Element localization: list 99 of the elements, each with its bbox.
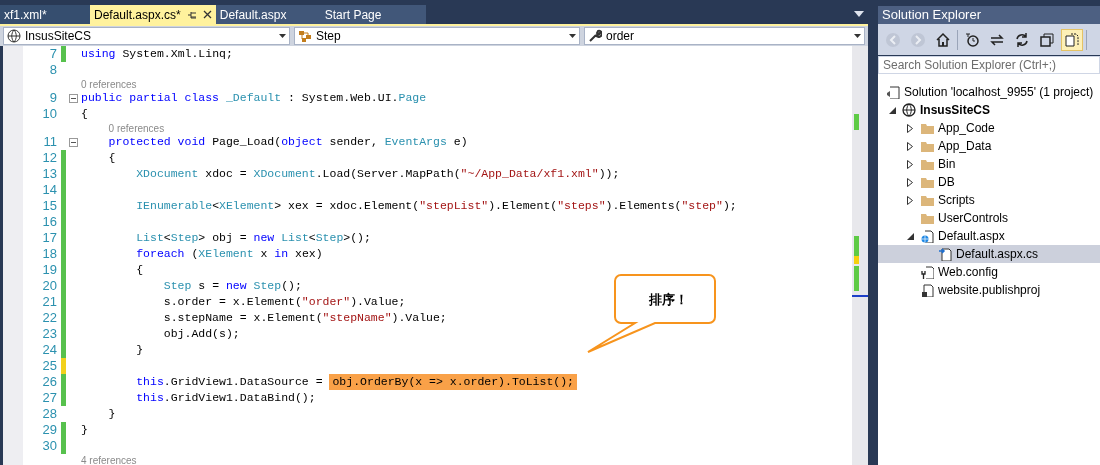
home-icon <box>935 31 951 48</box>
code-line: { <box>107 150 116 166</box>
line-number: 12 <box>41 150 57 166</box>
line-number: 9 <box>48 90 57 106</box>
folder-icon <box>920 193 934 207</box>
dropdown-icon <box>854 11 864 17</box>
document-tab[interactable]: Start Page <box>320 5 426 24</box>
scrollbar[interactable] <box>852 46 868 465</box>
line-number: 24 <box>41 342 57 358</box>
line-number: 21 <box>41 294 57 310</box>
line-number: 29 <box>41 422 57 438</box>
tree-item[interactable]: UserControls <box>878 209 1100 227</box>
file-icon <box>920 283 934 297</box>
line-number: 20 <box>41 278 57 294</box>
folder-icon <box>920 175 934 189</box>
code-file-icon <box>938 247 952 261</box>
dropdown[interactable]: order <box>584 27 865 45</box>
line-number: 13 <box>41 166 57 182</box>
globe-icon <box>7 29 21 43</box>
globe-icon <box>902 103 916 117</box>
tree-item[interactable]: InsusSiteCS <box>878 101 1100 119</box>
line-number: 23 <box>41 326 57 342</box>
code-line: foreach (XElement x in xex) <box>135 246 323 262</box>
config-file-icon <box>920 265 934 279</box>
code-line: } <box>81 422 88 438</box>
tree-item[interactable]: App_Data <box>878 137 1100 155</box>
caret-icon <box>854 34 861 38</box>
tree-item[interactable]: Default.aspx.cs <box>878 245 1100 263</box>
tree-item[interactable]: website.publishproj <box>878 281 1100 299</box>
line-number: 7 <box>48 46 57 62</box>
panel-title: Solution Explorer <box>878 6 1100 24</box>
line-number: 15 <box>41 198 57 214</box>
folder-icon <box>920 139 934 153</box>
dropdown[interactable]: InsusSiteCS <box>3 27 290 45</box>
code-line: { <box>135 262 144 278</box>
web-page-icon <box>920 229 934 243</box>
line-number: 27 <box>41 390 57 406</box>
caret-icon <box>569 34 576 38</box>
pin-icon <box>186 9 197 20</box>
line-number: 25 <box>41 358 57 374</box>
reference-count[interactable]: 0 references <box>81 79 137 90</box>
class-icon <box>298 29 312 43</box>
clock-icon <box>964 31 980 48</box>
code-line: this.GridView1.DataBind(); <box>135 390 316 406</box>
code-line: protected void Page_Load(object sender, EventArgs e) <box>107 134 468 150</box>
solution-icon <box>886 85 900 99</box>
back-icon <box>885 31 901 48</box>
line-number: 30 <box>41 438 57 454</box>
tree-item[interactable]: Scripts <box>878 191 1100 209</box>
reference-count[interactable]: 4 references <box>81 455 137 465</box>
code-line: } <box>107 406 116 422</box>
expanded-icon <box>888 106 896 114</box>
reference-count[interactable]: 0 references <box>108 123 165 134</box>
code-line: XDocument xdoc = XDocument.Load(Server.MapPath("~/App_Data/xf1.xml")); <box>135 166 620 182</box>
line-number: 16 <box>41 214 57 230</box>
refresh-icon <box>1014 31 1030 48</box>
line-number: 22 <box>41 310 57 326</box>
line-number: 8 <box>48 62 57 78</box>
line-number: 28 <box>41 406 57 422</box>
line-number: 17 <box>41 230 57 246</box>
tree-item[interactable]: DB <box>878 173 1100 191</box>
code-line: { <box>81 106 88 122</box>
caret-icon <box>279 34 286 38</box>
document-tab[interactable]: Default.aspx <box>215 5 321 24</box>
line-number: 19 <box>41 262 57 278</box>
code-line: IEnumerable<XElement> xex = xdoc.Element("stepList").Element("steps").Elements("step"); <box>135 198 737 214</box>
tree-item[interactable]: Bin <box>878 155 1100 173</box>
document-tab[interactable]: xf1.xml* <box>0 5 90 24</box>
code-line: public partial class _Default : System.Web.UI.Page <box>81 90 427 106</box>
line-number: 26 <box>41 374 57 390</box>
code-line: s.stepName = x.Element("stepName").Value; <box>162 310 447 326</box>
folder-icon <box>920 157 934 171</box>
forward-icon <box>910 31 926 48</box>
collapse-all-icon <box>1039 31 1055 48</box>
dropdown[interactable]: Step <box>294 27 580 45</box>
expanded-icon <box>906 232 914 240</box>
line-number: 14 <box>41 182 57 198</box>
code-line: obj.Add(s); <box>162 326 240 342</box>
folder-icon <box>920 211 934 225</box>
tree-item[interactable]: App_Code <box>878 119 1100 137</box>
line-number: 10 <box>41 106 57 122</box>
files-icon <box>1064 31 1080 48</box>
wrench-icon <box>588 29 602 43</box>
document-tab[interactable]: Default.aspx.cs* <box>90 5 216 24</box>
line-number: 11 <box>42 134 57 150</box>
code-line: using System.Xml.Linq; <box>81 46 233 62</box>
search-field[interactable]: Search Solution Explorer (Ctrl+;) <box>878 56 1100 74</box>
tree-item[interactable]: Default.aspx <box>878 227 1100 245</box>
tree-item[interactable]: Web.config <box>878 263 1100 281</box>
code-line: s.order = x.Element("order").Value; <box>162 294 406 310</box>
callout-text: 排序！ <box>649 291 688 309</box>
code-line: Step s = new Step(); <box>162 278 302 294</box>
line-number: 18 <box>41 246 57 262</box>
folder-icon <box>920 121 934 135</box>
sync-icon <box>989 31 1005 48</box>
code-line: List<Step> obj = new List<Step>(); <box>135 230 371 246</box>
code-line: } <box>135 342 144 358</box>
close-icon <box>202 10 212 19</box>
tree-item[interactable]: Solution 'localhost_9955' (1 project) <box>878 83 1100 101</box>
